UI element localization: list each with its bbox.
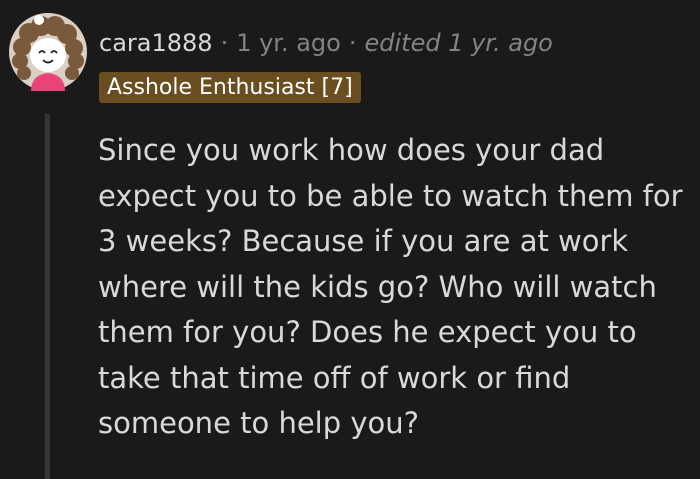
meta-separator: · [220,29,229,57]
user-flair: Asshole Enthusiast [7] [99,72,361,103]
thread-line[interactable] [45,114,50,479]
comment-body: Since you work how does your dad expect … [98,133,683,440]
avatar-face [30,38,66,72]
username[interactable]: cara1888 [99,29,213,57]
edited-timestamp: edited 1 yr. ago [364,29,553,57]
user-avatar[interactable] [9,13,87,91]
avatar-hat-pompom [34,15,44,25]
meta-separator: · [348,29,357,57]
comment-meta: cara1888 · 1 yr. ago · edited 1 yr. ago [99,26,553,60]
timestamp[interactable]: 1 yr. ago [236,29,341,57]
comment: cara1888 · 1 yr. ago · edited 1 yr. ago … [0,0,700,479]
